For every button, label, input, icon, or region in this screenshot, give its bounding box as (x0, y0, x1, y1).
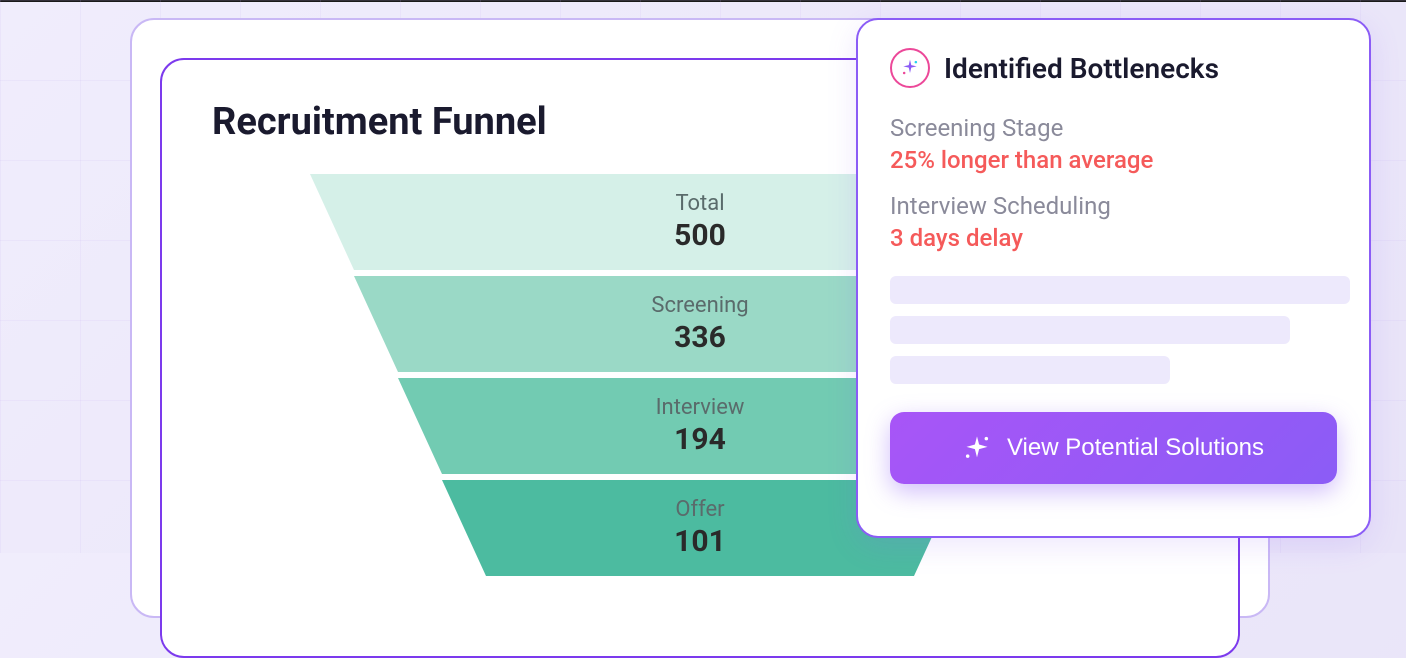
bottleneck-value: 25% longer than average (890, 146, 1337, 174)
bottlenecks-panel: Identified Bottlenecks Screening Stage 25… (856, 18, 1371, 538)
stage-value: 194 (674, 422, 726, 457)
stage-label: Total (675, 191, 724, 216)
stage-label: Interview (656, 395, 745, 420)
stage-value: 500 (674, 218, 726, 253)
stage-label: Offer (675, 497, 724, 522)
bottleneck-value: 3 days delay (890, 224, 1337, 252)
sparkle-icon (963, 434, 991, 462)
stage-value: 336 (674, 320, 726, 355)
view-solutions-button[interactable]: View Potential Solutions (890, 412, 1337, 484)
bottleneck-label: Screening Stage (890, 114, 1337, 142)
bottleneck-item: Interview Scheduling 3 days delay (890, 192, 1337, 252)
panel-header: Identified Bottlenecks (890, 48, 1337, 88)
bottleneck-label: Interview Scheduling (890, 192, 1337, 220)
bottleneck-item: Screening Stage 25% longer than average (890, 114, 1337, 174)
stage-label: Screening (651, 293, 748, 318)
placeholder-bar (890, 356, 1170, 384)
cta-label: View Potential Solutions (1007, 434, 1264, 462)
placeholder-bar (890, 316, 1290, 344)
sparkle-icon (890, 48, 930, 88)
stage-value: 101 (674, 524, 726, 559)
bottleneck-list: Screening Stage 25% longer than average In… (890, 114, 1337, 252)
panel-title: Identified Bottlenecks (944, 52, 1219, 85)
placeholder-bars (890, 276, 1337, 384)
placeholder-bar (890, 276, 1350, 304)
